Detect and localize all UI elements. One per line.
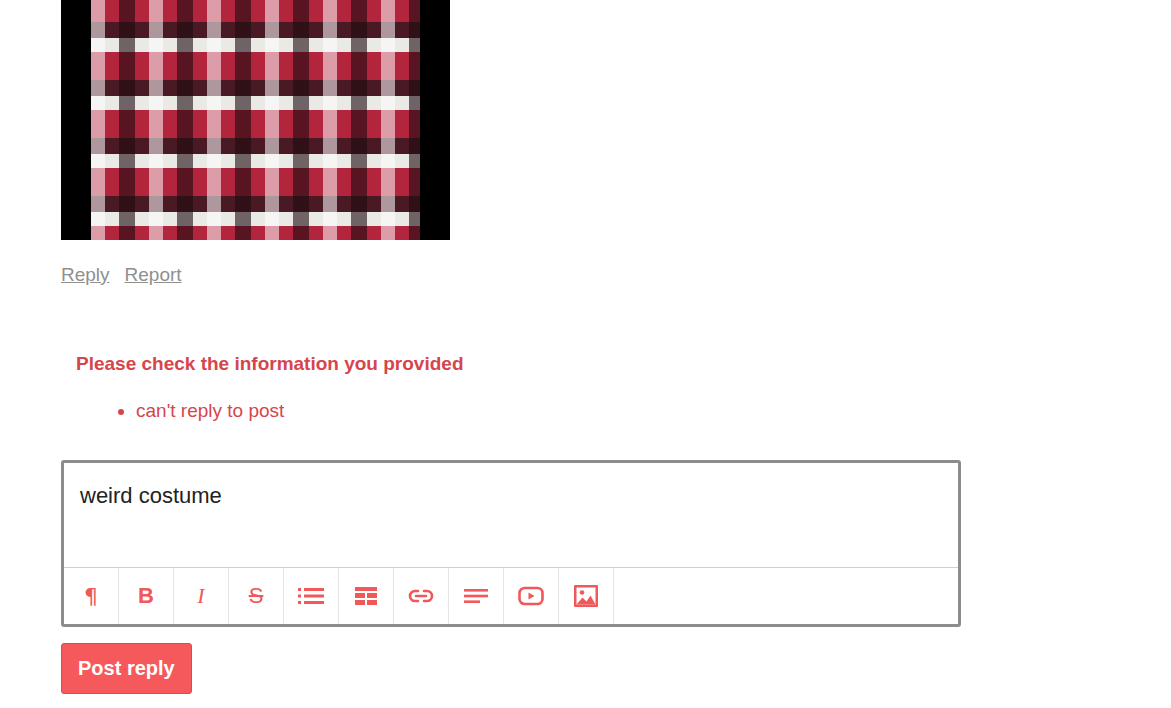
format-glyph: I bbox=[197, 583, 204, 609]
image-icon bbox=[574, 585, 598, 607]
error-title: Please check the information you provide… bbox=[76, 348, 1171, 380]
post-actions: Reply Report bbox=[61, 262, 1171, 288]
post-action-link[interactable]: Report bbox=[125, 262, 182, 288]
error-box: Please check the information you provide… bbox=[61, 348, 1171, 424]
post-photo bbox=[61, 0, 450, 240]
error-item: can't reply to post bbox=[136, 398, 1171, 424]
format-glyph: S bbox=[249, 583, 264, 609]
toolbar-button[interactable]: I bbox=[174, 568, 229, 624]
post-action-link[interactable]: Reply bbox=[61, 262, 110, 288]
toolbar-button[interactable] bbox=[559, 568, 614, 624]
post-reply-button[interactable]: Post reply bbox=[61, 643, 192, 694]
error-list: can't reply to post bbox=[76, 398, 1171, 424]
format-glyph: ¶ bbox=[84, 584, 98, 609]
editor-toolbar: ¶ B I S bbox=[64, 567, 958, 624]
video-icon bbox=[518, 586, 544, 606]
page: Reply Report Please check the information … bbox=[0, 0, 1171, 708]
reply-editor: weird costume ¶ B I S bbox=[61, 460, 961, 627]
toolbar-button[interactable]: ¶ bbox=[64, 568, 119, 624]
toolbar-button[interactable] bbox=[284, 568, 339, 624]
link-icon bbox=[408, 586, 434, 606]
photo-shirt bbox=[91, 0, 420, 240]
format-glyph: B bbox=[138, 583, 154, 609]
toolbar-button[interactable] bbox=[339, 568, 394, 624]
align-left-icon bbox=[464, 586, 488, 606]
reply-input[interactable]: weird costume bbox=[64, 463, 958, 567]
toolbar-button[interactable] bbox=[504, 568, 559, 624]
toolbar-button[interactable]: S bbox=[229, 568, 284, 624]
toolbar-button[interactable] bbox=[449, 568, 504, 624]
list-icon bbox=[298, 586, 324, 606]
table-icon bbox=[355, 586, 377, 606]
toolbar-button[interactable] bbox=[394, 568, 449, 624]
toolbar-button[interactable]: B bbox=[119, 568, 174, 624]
